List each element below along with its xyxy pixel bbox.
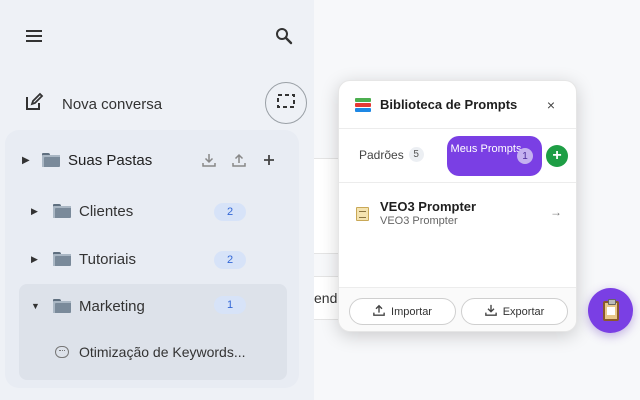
search-icon[interactable] [272, 24, 296, 48]
prompt-library-popup: Biblioteca de Prompts × Padrões 5 Meus P… [338, 80, 577, 332]
new-chat-button[interactable]: Nova conversa [24, 90, 162, 118]
prompt-library-fab[interactable] [588, 288, 633, 333]
expand-caret-icon[interactable]: ▶ [31, 206, 41, 217]
focus-mode-button[interactable] [265, 82, 307, 124]
root-folder-actions [200, 151, 278, 169]
popup-title: Biblioteca de Prompts [380, 97, 518, 112]
folder-icon [42, 153, 60, 167]
export-label: Exportar [502, 305, 545, 318]
export-button[interactable]: Exportar [461, 298, 568, 325]
sidebar: Nova conversa ▶ Suas Pastas ▶ Clientes 2… [0, 0, 314, 400]
tab-default-prompts[interactable]: Padrões 5 [359, 147, 424, 162]
folder-count-badge: 1 [214, 296, 246, 314]
popup-header: Biblioteca de Prompts × [339, 81, 576, 129]
collapse-caret-icon[interactable]: ▼ [31, 301, 41, 311]
download-icon [484, 304, 497, 319]
folder-count-badge: 2 [214, 203, 246, 221]
upload-icon [373, 304, 385, 319]
add-prompt-button[interactable]: + [546, 145, 568, 167]
memo-icon [356, 207, 369, 221]
folder-open-icon [53, 299, 71, 313]
new-chat-label: Nova conversa [62, 95, 163, 113]
download-icon[interactable] [200, 151, 218, 169]
root-folder-label: Suas Pastas [68, 151, 153, 169]
arrow-right-icon[interactable]: → [550, 205, 562, 219]
close-icon[interactable]: × [543, 97, 559, 113]
folders-panel: ▶ Suas Pastas ▶ Clientes 2 ▶ Tutoriais 2… [5, 130, 299, 388]
upload-icon[interactable] [230, 151, 248, 169]
books-icon [355, 97, 371, 113]
folder-label: Clientes [79, 202, 134, 220]
clipboard-icon [602, 298, 619, 321]
prompt-list-item[interactable]: VEO3 Prompter VEO3 Prompter → [339, 193, 576, 233]
chat-bubble-icon [55, 346, 69, 358]
folder-count-badge: 2 [214, 251, 246, 269]
tab-my-prompts[interactable]: Meus Prompts 1 [447, 136, 542, 176]
tab-label: Padrões [359, 147, 404, 162]
expand-caret-icon[interactable]: ▶ [22, 155, 32, 166]
folder-row-clientes[interactable]: ▶ Clientes 2 [19, 191, 287, 231]
edit-icon [24, 92, 44, 117]
prompt-subtitle: VEO3 Prompter [380, 215, 458, 227]
root-folder-row[interactable]: ▶ Suas Pastas [5, 144, 299, 176]
focus-frame-icon [277, 93, 295, 113]
expand-caret-icon[interactable]: ▶ [31, 254, 41, 265]
prompt-tabs: Padrões 5 Meus Prompts 1 + [339, 129, 576, 183]
folder-icon [53, 252, 71, 266]
tab-label: Meus Prompts [450, 143, 522, 155]
chat-item-label: Otimização de Keywords... [79, 344, 246, 360]
folder-row-marketing-head[interactable]: ▼ Marketing 1 [19, 284, 287, 328]
import-button[interactable]: Importar [349, 298, 456, 325]
menu-icon[interactable] [22, 24, 46, 48]
popup-footer: Importar Exportar [339, 287, 576, 331]
folder-icon [53, 204, 71, 218]
import-label: Importar [391, 305, 432, 318]
folder-label: Tutoriais [79, 250, 136, 268]
chat-item[interactable]: Otimização de Keywords... [55, 344, 246, 360]
folder-label: Marketing [79, 297, 145, 315]
tab-count-badge: 5 [408, 147, 424, 162]
prompt-title: VEO3 Prompter [380, 199, 477, 214]
tab-count-badge: 1 [517, 148, 533, 164]
folder-row-marketing[interactable]: ▼ Marketing 1 Otimização de Keywords... [19, 284, 287, 380]
plus-icon[interactable] [260, 151, 278, 169]
folder-row-tutoriais[interactable]: ▶ Tutoriais 2 [19, 239, 287, 279]
